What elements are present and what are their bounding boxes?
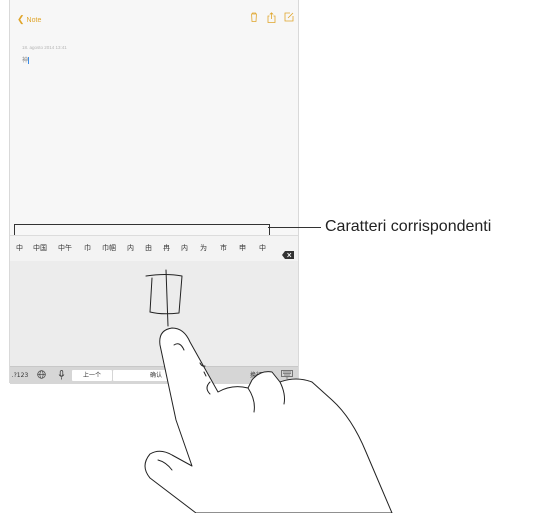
handwritten-character	[145, 269, 183, 327]
hand-icon	[144, 327, 393, 513]
finger-illustration	[144, 269, 393, 513]
